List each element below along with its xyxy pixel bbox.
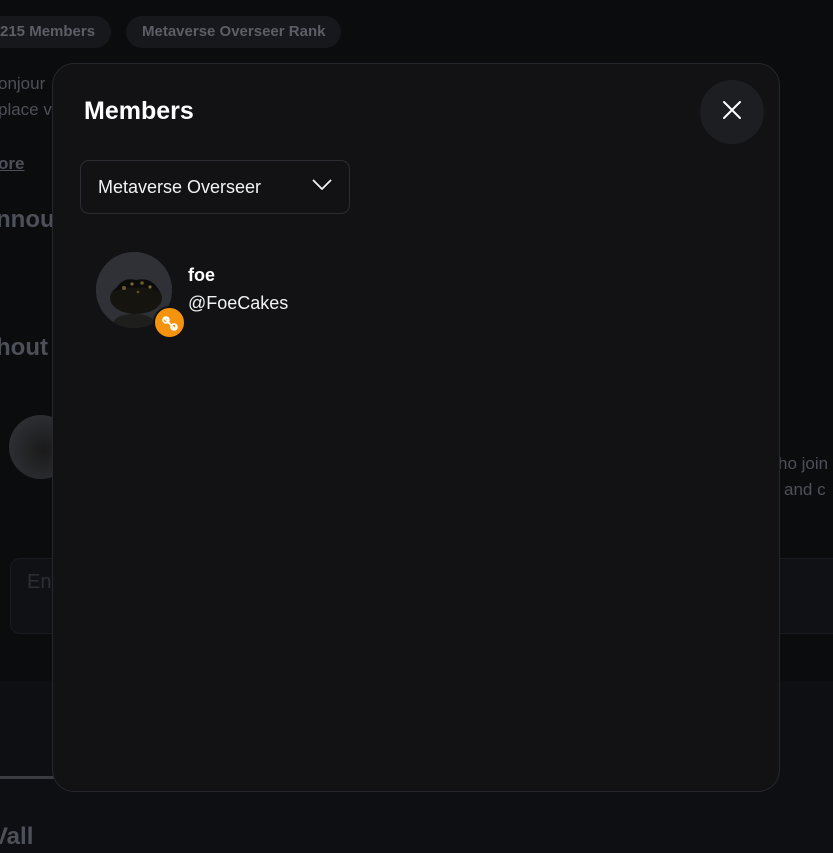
members-modal: Members Metaverse Overseer foe @FoeCakes	[52, 63, 780, 792]
member-username: @FoeCakes	[188, 293, 289, 313]
shouts-heading: hout	[0, 334, 48, 361]
chevron-down-icon	[312, 178, 332, 196]
role-select-dropdown[interactable]: Metaverse Overseer	[80, 160, 350, 214]
role-select-value: Metaverse Overseer	[98, 176, 262, 197]
member-avatar-wrap	[96, 252, 186, 339]
shout-text-line: ho join	[778, 454, 829, 473]
rank-chip: Metaverse Overseer Rank	[126, 16, 342, 48]
description-line: onjour	[0, 74, 46, 93]
close-icon	[721, 99, 743, 126]
modal-title: Members	[84, 97, 194, 125]
wall-heading: Vall	[0, 823, 34, 850]
member-display-name: foe	[188, 265, 215, 285]
read-more-link: ore	[0, 154, 25, 173]
member-info: foe @FoeCakes	[188, 252, 288, 314]
close-button[interactable]	[700, 80, 764, 144]
description-line: place v	[0, 100, 52, 119]
member-count-chip: 215 Members	[0, 16, 112, 48]
shout-text-line: and c	[784, 480, 826, 499]
wrench-icon	[153, 306, 186, 339]
announcements-heading: nnou	[0, 206, 55, 233]
member-list-item[interactable]: foe @FoeCakes	[96, 252, 288, 339]
shout-input-placeholder: En	[27, 571, 52, 593]
